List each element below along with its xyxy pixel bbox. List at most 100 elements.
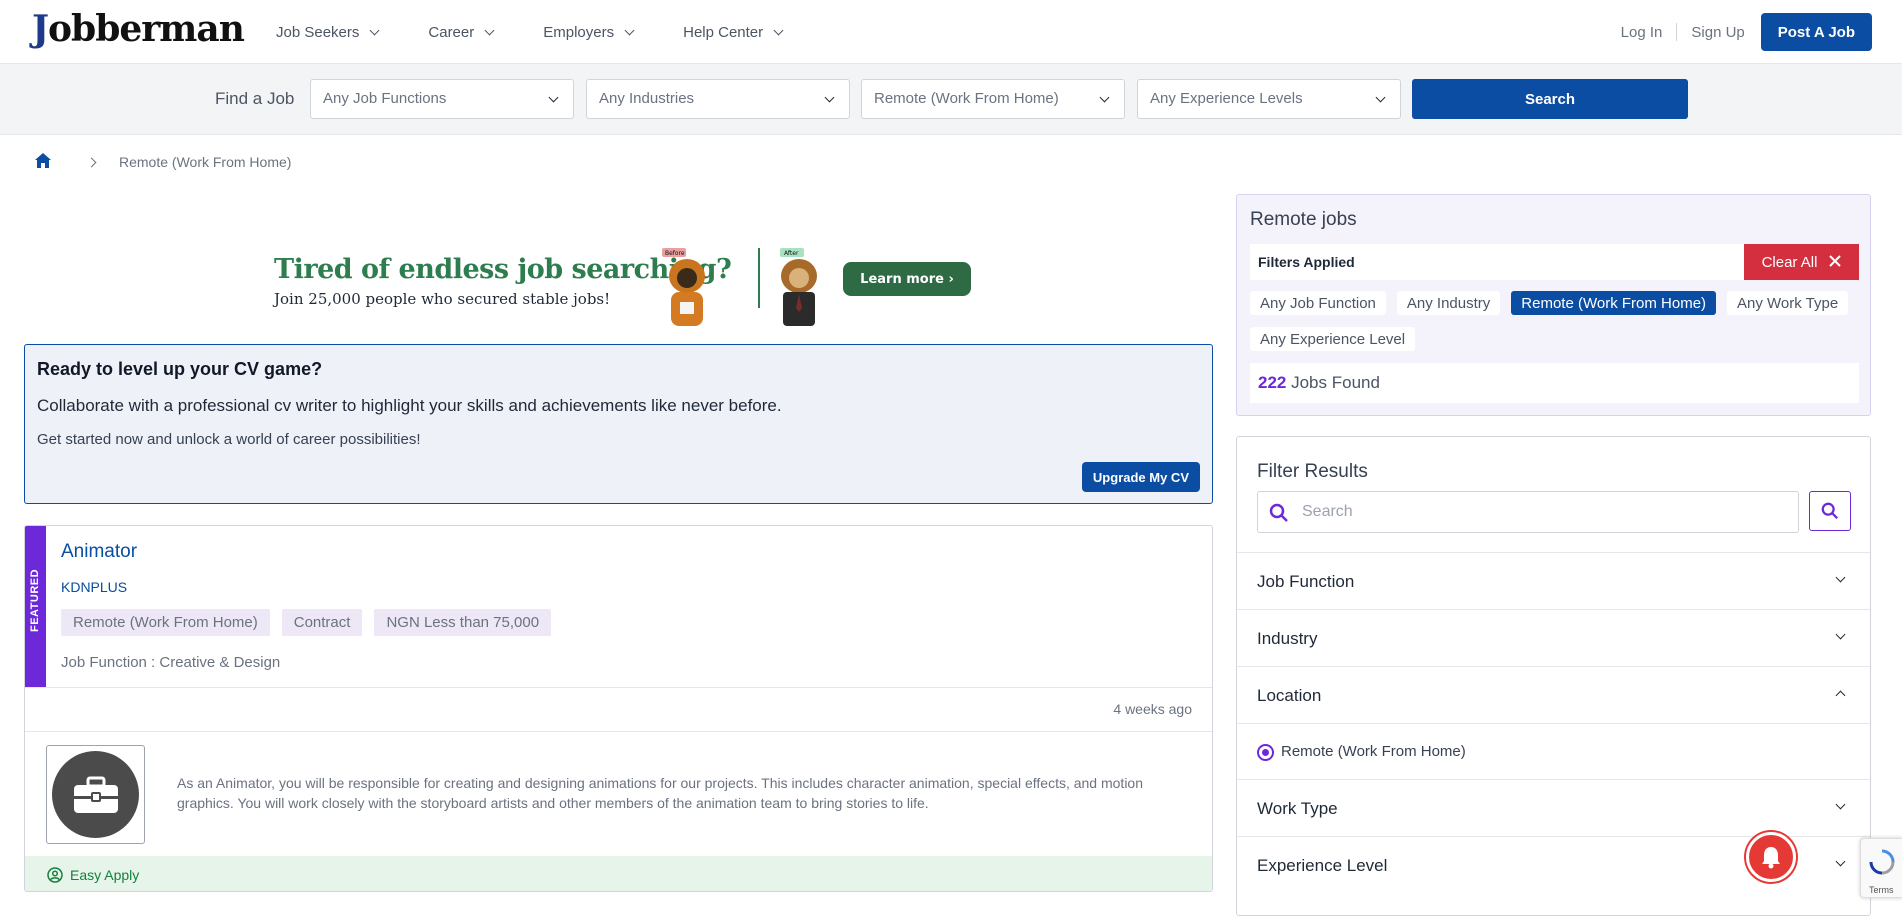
chevron-down-icon [1835,572,1846,583]
job-function-text: Job Function : Creative & Design [61,654,281,671]
upgrade-cv-button[interactable]: Upgrade My CV [1081,462,1200,492]
accordion-industry[interactable]: Industry [1237,609,1870,666]
select-value: Remote (Work From Home) [874,90,1059,107]
select-value: Any Experience Levels [1150,90,1303,107]
logo-initial: J [32,8,49,50]
bell-icon [1762,847,1780,869]
chevron-down-icon [1375,92,1386,103]
nav-employers[interactable]: Employers [543,23,635,41]
accordion-job-function[interactable]: Job Function [1237,552,1870,609]
cv-promo-sub: Get started now and unlock a world of ca… [37,431,421,448]
filters-applied-label: Filters Applied [1258,254,1355,270]
select-value: Any Industries [599,90,695,107]
job-title-link[interactable]: Animator [61,541,137,563]
accordion-location[interactable]: Location [1237,666,1870,723]
job-function-select[interactable]: Any Job Functions [310,79,574,119]
nav-job-seekers[interactable]: Job Seekers [276,23,380,41]
job-tag: NGN Less than 75,000 [374,609,552,636]
filter-chip[interactable]: Any Work Type [1727,291,1849,315]
recaptcha-badge[interactable]: Terms [1860,838,1902,898]
industry-select[interactable]: Any Industries [586,79,850,119]
search-icon [1269,503,1288,522]
easy-apply-label: Easy Apply [70,866,140,883]
easy-apply-bar[interactable]: Easy Apply [25,856,1212,891]
chevron-down-icon [773,25,784,35]
nav-career[interactable]: Career [428,23,495,41]
auth-divider [1676,23,1678,41]
nav-help-center[interactable]: Help Center [683,23,784,41]
accordion-work-type[interactable]: Work Type [1237,779,1870,836]
nav-label: Job Seekers [276,23,360,41]
job-description: As an Animator, you will be responsible … [177,775,1144,811]
breadcrumb: Remote (Work From Home) [34,152,291,172]
radio-selected[interactable] [1257,744,1274,761]
chevron-right-icon [86,157,97,167]
job-tag: Contract [281,609,363,636]
chevron-down-icon [484,25,495,35]
jobberman-logo[interactable]: Jobberman [32,6,245,52]
filters-applied-panel: Remote jobs Filters Applied Clear All An… [1236,194,1871,416]
nav-label: Help Center [683,23,764,41]
cv-upgrade-promo: Ready to level up your CV game? Collabor… [24,344,1213,504]
filter-chip[interactable]: Any Industry [1396,291,1501,315]
jobs-found-count: 222 Jobs Found [1250,363,1859,403]
featured-ribbon: FEATURED [25,526,46,687]
filter-results-title: Filter Results [1257,461,1368,482]
company-logo[interactable] [46,745,145,844]
accordion-label: Experience Level [1257,856,1388,875]
notification-bell-button[interactable] [1746,832,1796,882]
search-button[interactable]: Search [1412,79,1688,119]
divider [25,687,1212,688]
divider [25,731,1212,732]
lion-before-illustration: Before [656,246,718,328]
filter-chip[interactable]: Any Experience Level [1250,327,1416,351]
accordion-label: Job Function [1257,572,1355,591]
banner-subtitle: Join 25,000 people who secured stable jo… [274,290,611,308]
chevron-down-icon [369,25,380,35]
recaptcha-terms[interactable]: Terms [1869,885,1894,895]
close-icon [1829,254,1842,271]
cv-promo-lead: Collaborate with a professional cv write… [37,396,782,415]
location-select[interactable]: Remote (Work From Home) [861,79,1125,119]
filters-applied-row: Filters Applied Clear All [1250,244,1859,280]
signup-link[interactable]: Sign Up [1691,24,1744,41]
promo-banner[interactable]: Tired of endless job searching? Join 25,… [270,240,990,332]
lion-after-illustration: After [768,246,830,328]
filter-chip-active[interactable]: Remote (Work From Home) [1511,291,1717,315]
chevron-down-icon [1099,92,1110,103]
main-nav: Job Seekers Career Employers Help Center [276,0,832,64]
nav-label: Employers [543,23,615,41]
login-link[interactable]: Log In [1621,24,1663,41]
chevron-down-icon [1835,629,1846,640]
clear-all-button[interactable]: Clear All [1744,244,1859,280]
home-icon[interactable] [34,152,52,172]
accordion-label: Location [1257,686,1322,705]
filter-search-button[interactable] [1809,491,1851,531]
recaptcha-icon [1869,849,1895,875]
location-option-remote[interactable]: Remote (Work From Home) [1237,723,1870,779]
experience-select[interactable]: Any Experience Levels [1137,79,1401,119]
job-listing-card[interactable]: FEATURED Animator KDNPLUS Remote (Work F… [24,525,1213,892]
site-header: Jobberman Job Seekers Career Employers H… [0,0,1902,64]
filter-search-input[interactable]: Search [1257,491,1799,533]
search-placeholder: Search [1302,503,1353,520]
find-job-label: Find a Job [215,89,295,108]
post-job-button[interactable]: Post A Job [1760,13,1872,51]
before-label: Before [665,250,685,257]
chevron-up-icon [1835,690,1846,701]
filters-title: Remote jobs [1250,209,1357,230]
learn-more-button[interactable]: Learn more › [843,262,971,296]
chevron-down-icon [1835,856,1846,867]
nav-label: Career [428,23,475,41]
job-tags: Remote (Work From Home) Contract NGN Les… [61,609,552,636]
briefcase-icon [52,751,139,838]
chevron-down-icon [824,92,835,103]
learn-more-label: Learn more [860,271,944,287]
filter-chip[interactable]: Any Job Function [1250,291,1386,315]
job-search-bar: Find a Job Any Job Functions Any Industr… [0,64,1902,135]
chevron-down-icon [548,92,559,103]
accordion-label: Work Type [1257,799,1338,818]
company-link[interactable]: KDNPLUS [61,579,127,595]
banner-divider [758,248,760,308]
logo-rest: obberman [48,8,245,50]
